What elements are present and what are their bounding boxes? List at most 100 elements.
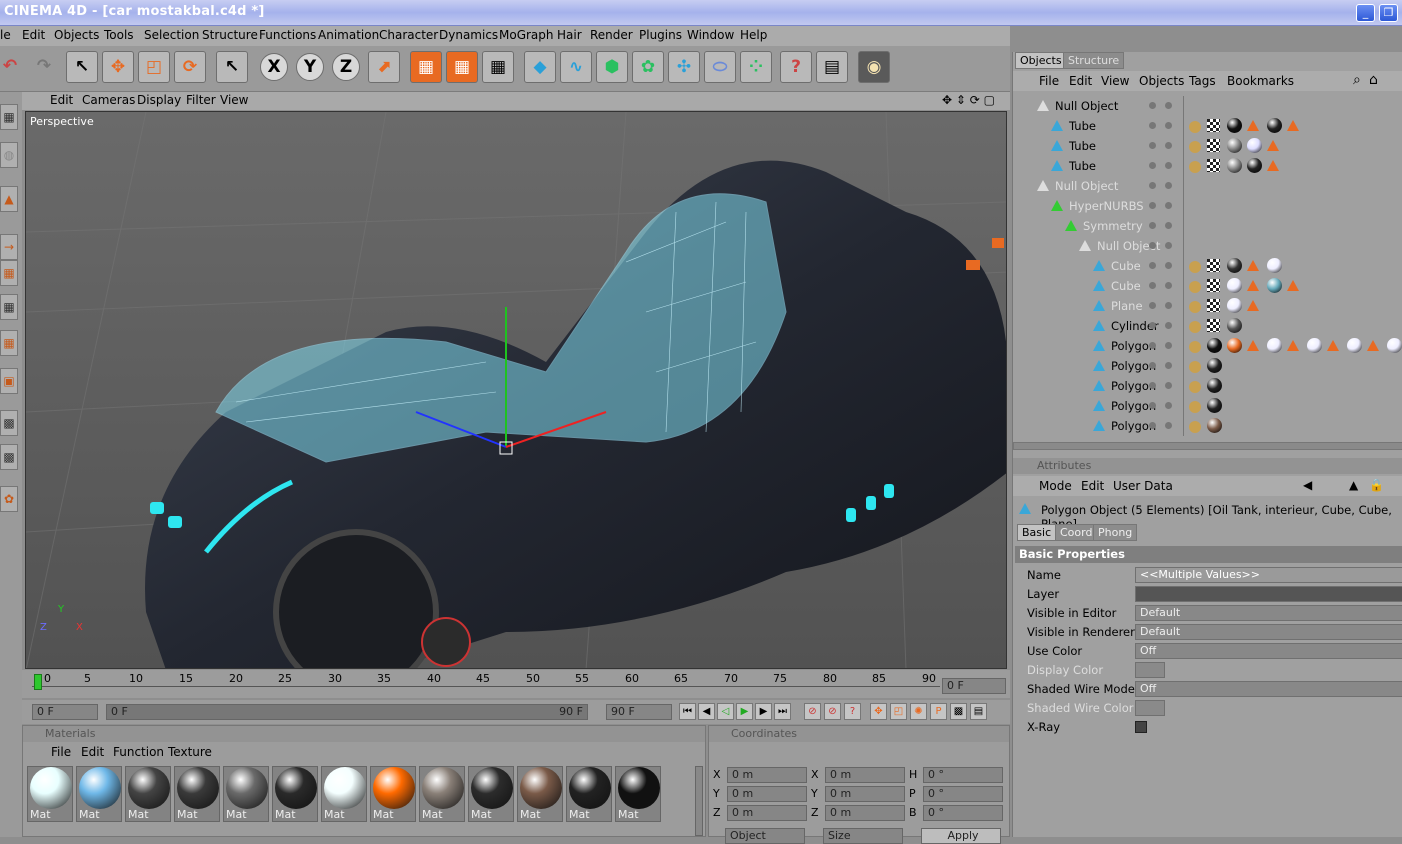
display-tag-icon[interactable] xyxy=(1247,300,1259,311)
display-tag-icon[interactable] xyxy=(1267,140,1279,151)
display-tag-icon[interactable] xyxy=(1247,280,1259,291)
editor-visibility-dot[interactable] xyxy=(1149,382,1156,389)
coord-value-field[interactable]: 0 ° xyxy=(923,767,1003,783)
menu-plugins[interactable]: Plugins xyxy=(639,28,682,42)
render-visibility-dot[interactable] xyxy=(1165,262,1172,269)
object-tree-scrollbar[interactable] xyxy=(1013,442,1402,450)
render-visibility-dot[interactable] xyxy=(1165,402,1172,409)
go-to-end-icon[interactable]: ⏭ xyxy=(774,703,791,720)
objects-menu-view[interactable]: View xyxy=(1101,74,1129,88)
editor-visibility-dot[interactable] xyxy=(1149,122,1156,129)
object-tree-row[interactable]: Null Object xyxy=(1017,236,1402,256)
phong-tag-icon[interactable] xyxy=(1189,341,1201,353)
material-swatch[interactable]: Mat xyxy=(272,766,318,822)
coord-mode-select[interactable]: Object xyxy=(725,828,805,844)
material-tag-icon[interactable] xyxy=(1227,118,1242,133)
objects-menu-bookmarks[interactable]: Bookmarks xyxy=(1227,74,1294,88)
texture-tag-icon[interactable] xyxy=(1207,299,1220,312)
menu-render[interactable]: Render xyxy=(590,28,633,42)
viewport-move-icon[interactable]: ✥ ⇕ ⟳ ▢ xyxy=(942,93,995,107)
object-tree-row[interactable]: Tube xyxy=(1017,116,1402,136)
minimize-button[interactable]: _ xyxy=(1356,4,1375,22)
object-tree-row[interactable]: Polygon xyxy=(1017,396,1402,416)
nurbs-icon[interactable]: ⬢ xyxy=(596,51,628,83)
autokey-icon[interactable]: ⊘ xyxy=(824,703,841,720)
menu-window[interactable]: Window xyxy=(687,28,734,42)
phong-tag-icon[interactable] xyxy=(1189,121,1201,133)
scene-icon[interactable]: ⬭ xyxy=(704,51,736,83)
object-tree-row[interactable]: Null Object xyxy=(1017,96,1402,116)
apply-button[interactable]: Apply xyxy=(921,828,1001,844)
render-visibility-dot[interactable] xyxy=(1165,282,1172,289)
animation-mode-icon[interactable]: ✿ xyxy=(0,486,18,512)
menu-help[interactable]: Help xyxy=(740,28,767,42)
attribute-value-field[interactable] xyxy=(1135,662,1165,678)
menu-file[interactable]: le xyxy=(0,28,11,42)
editor-visibility-dot[interactable] xyxy=(1149,282,1156,289)
render-visibility-dot[interactable] xyxy=(1165,142,1172,149)
phong-tag-icon[interactable] xyxy=(1189,401,1201,413)
coord-value-field[interactable]: 0 m xyxy=(727,786,807,802)
y-axis-lock-button[interactable]: Y xyxy=(296,53,324,81)
points-mode-icon[interactable]: ▦ xyxy=(0,260,18,286)
materials-menu-edit[interactable]: Edit xyxy=(81,745,104,759)
display-tag-icon[interactable] xyxy=(1247,260,1259,271)
editor-visibility-dot[interactable] xyxy=(1149,402,1156,409)
attributes-menu-edit[interactable]: Edit xyxy=(1081,479,1104,493)
editor-visibility-dot[interactable] xyxy=(1149,302,1156,309)
texture-tag-icon[interactable] xyxy=(1207,139,1220,152)
attributes-menu-user-data[interactable]: User Data xyxy=(1113,479,1173,493)
restore-button[interactable]: ❐ xyxy=(1379,4,1398,22)
end-frame-field[interactable]: 90 F xyxy=(606,704,672,720)
texture-tag-icon[interactable] xyxy=(1207,319,1220,332)
display-tag-icon[interactable] xyxy=(1287,280,1299,291)
step-forward-icon[interactable]: ▶ xyxy=(755,703,772,720)
tab-phong[interactable]: Phong xyxy=(1093,524,1138,541)
attribute-value-field[interactable] xyxy=(1135,586,1402,602)
coord-value-field[interactable]: 0 ° xyxy=(923,786,1003,802)
object-tree-row[interactable]: Tube xyxy=(1017,136,1402,156)
attribute-value-field[interactable] xyxy=(1135,700,1165,716)
phong-tag-icon[interactable] xyxy=(1189,321,1201,333)
x-axis-lock-button[interactable]: X xyxy=(260,53,288,81)
render-visibility-dot[interactable] xyxy=(1165,182,1172,189)
z-axis-lock-button[interactable]: Z xyxy=(332,53,360,81)
material-tag-icon[interactable] xyxy=(1267,278,1282,293)
model-mode-icon[interactable]: ◍ xyxy=(0,142,18,168)
editor-visibility-dot[interactable] xyxy=(1149,162,1156,169)
rotate-tool-icon[interactable]: ⟳ xyxy=(174,51,206,83)
object-tree-row[interactable]: Symmetry xyxy=(1017,216,1402,236)
select-tool-icon[interactable]: ↖ xyxy=(216,51,248,83)
material-swatch[interactable]: Mat xyxy=(370,766,416,822)
material-swatch[interactable]: Mat xyxy=(517,766,563,822)
timeline[interactable]: 0 5 10 15 20 25 30 35 40 45 50 55 60 65 … xyxy=(22,670,1010,698)
coord-size-select[interactable]: Size xyxy=(823,828,903,844)
phong-tag-icon[interactable] xyxy=(1189,261,1201,273)
start-frame-field[interactable]: 0 F xyxy=(32,704,98,720)
coord-value-field[interactable]: 0 m xyxy=(825,786,905,802)
materials-menu-function[interactable]: Function xyxy=(113,745,164,759)
deformer-icon[interactable]: ✣ xyxy=(668,51,700,83)
objects-menu-edit[interactable]: Edit xyxy=(1069,74,1092,88)
display-tag-icon[interactable] xyxy=(1267,160,1279,171)
tab-structure[interactable]: Structure xyxy=(1063,52,1125,69)
render-visibility-dot[interactable] xyxy=(1165,202,1172,209)
menu-selection[interactable]: Selection xyxy=(144,28,199,42)
material-tag-icon[interactable] xyxy=(1227,278,1242,293)
render-visibility-dot[interactable] xyxy=(1165,122,1172,129)
tab-basic[interactable]: Basic xyxy=(1017,524,1057,541)
material-tag-icon[interactable] xyxy=(1227,338,1242,353)
coord-value-field[interactable]: 0 m xyxy=(825,767,905,783)
material-swatch[interactable]: Mat xyxy=(174,766,220,822)
render-visibility-dot[interactable] xyxy=(1165,302,1172,309)
menu-character[interactable]: Character xyxy=(379,28,438,42)
material-tag-icon[interactable] xyxy=(1347,338,1362,353)
timeline-settings-icon[interactable]: ▤ xyxy=(970,703,987,720)
material-tag-icon[interactable] xyxy=(1267,338,1282,353)
render-visibility-dot[interactable] xyxy=(1165,342,1172,349)
spline-icon[interactable]: ∿ xyxy=(560,51,592,83)
render-picture-viewer-icon[interactable]: ▦ xyxy=(446,51,478,83)
render-visibility-dot[interactable] xyxy=(1165,222,1172,229)
keyframe-help-icon[interactable]: ? xyxy=(844,703,861,720)
render-view-icon[interactable]: ▦ xyxy=(410,51,442,83)
